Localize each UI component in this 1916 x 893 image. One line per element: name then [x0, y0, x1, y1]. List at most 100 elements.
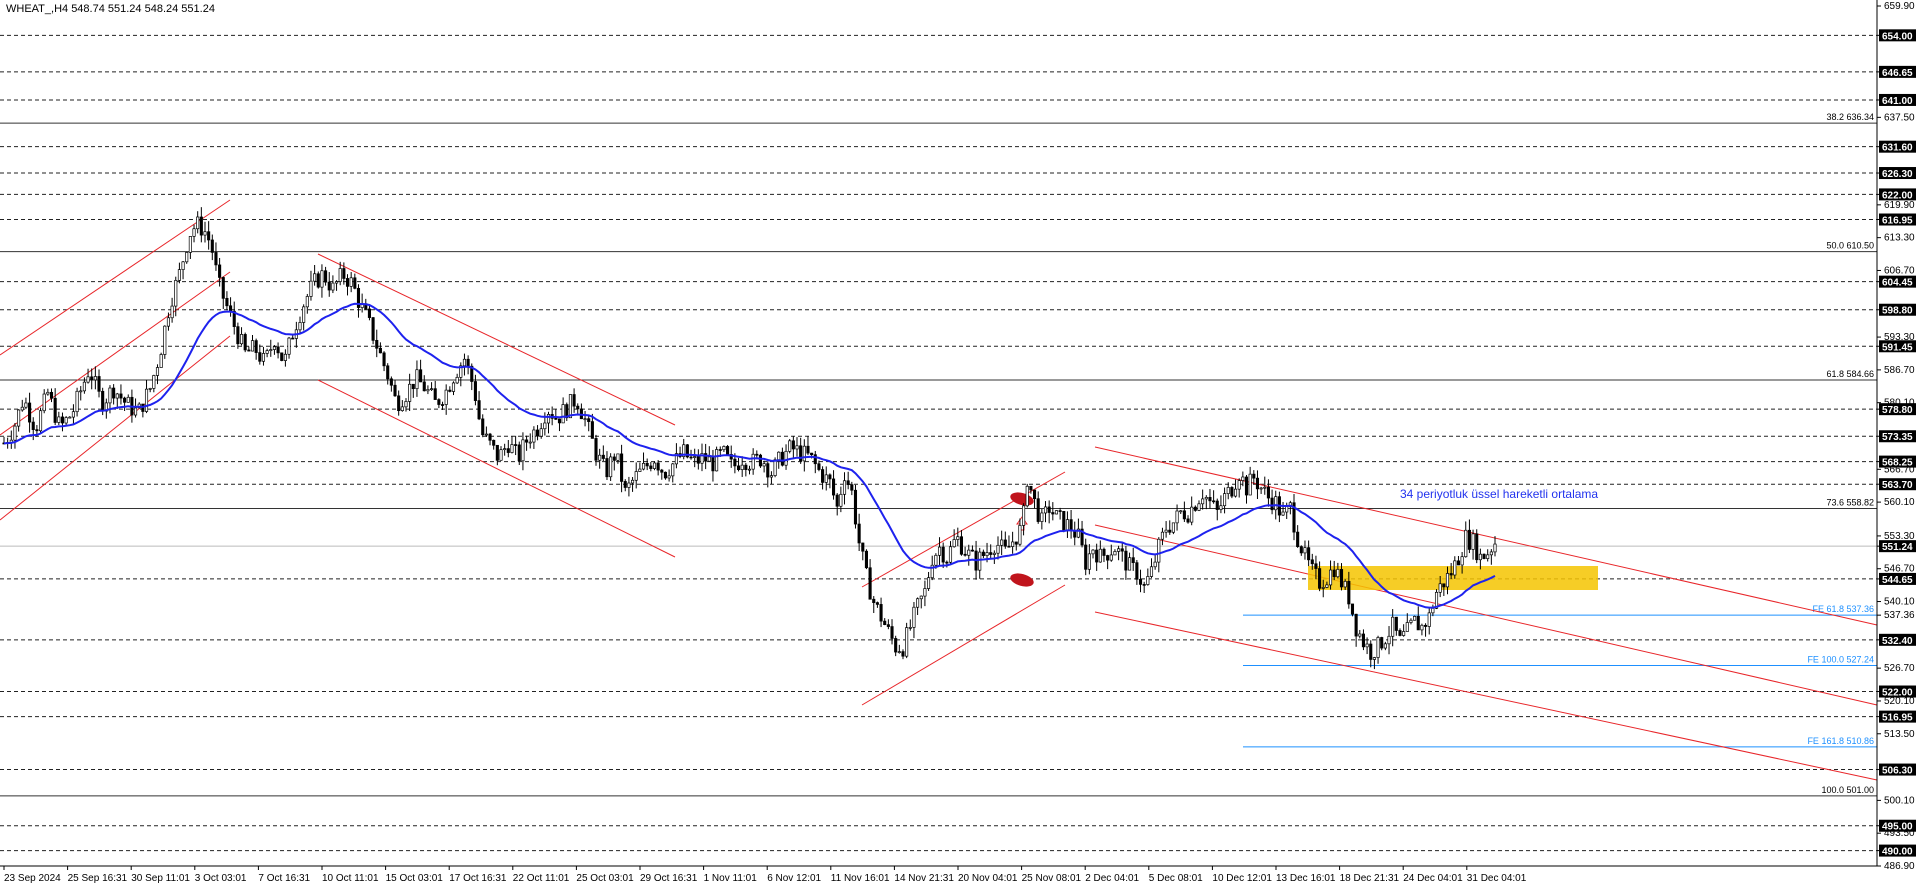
candle-body [813, 454, 817, 465]
candle-body [38, 410, 43, 432]
candle-body [769, 475, 773, 478]
fib-label: 100.0 501.00 [1821, 785, 1874, 795]
candle-body [320, 270, 324, 288]
candle-body [367, 308, 371, 318]
candle-body [1186, 518, 1190, 523]
candle-body [751, 453, 755, 470]
candle-body [773, 459, 777, 476]
candle-body [134, 407, 138, 416]
x-tick-label: 1 Nov 11:01 [704, 873, 758, 884]
candle-body [1398, 630, 1402, 636]
candle-body [517, 444, 521, 462]
candle-body [1464, 529, 1468, 558]
candle-body [1369, 643, 1373, 660]
candle-body [419, 369, 423, 383]
fib-label: 73.6 558.82 [1826, 497, 1874, 507]
candle-body [1087, 553, 1091, 570]
y-tick-label: 613.30 [1884, 233, 1915, 244]
candle-body [883, 620, 887, 625]
candle-body [572, 394, 576, 407]
level-badge-label: 578.80 [1882, 405, 1913, 416]
candle-body [1190, 506, 1194, 523]
candle-body [335, 281, 339, 284]
candle-body [415, 369, 419, 390]
candle-body [583, 418, 587, 421]
candle-body [1420, 624, 1424, 631]
candle-body [1018, 525, 1022, 545]
candle-body [806, 445, 810, 454]
candle-body [1372, 657, 1376, 660]
candle-body [832, 478, 836, 496]
candle-body [243, 334, 247, 351]
candle-body [298, 322, 302, 331]
candle-body [126, 396, 130, 403]
candle-body [1409, 619, 1413, 623]
candle-body [174, 280, 178, 307]
candle-body [1402, 631, 1406, 636]
x-tick-label: 5 Dec 08:01 [1149, 873, 1203, 884]
candle-body [488, 433, 492, 441]
candle-body [689, 456, 693, 459]
candle-body [276, 346, 280, 354]
candle-body [53, 397, 57, 423]
fe-label: FE 100.0 527.24 [1807, 654, 1874, 664]
candle-body [1376, 637, 1380, 658]
candle-body [649, 465, 653, 469]
candle-body [948, 546, 953, 563]
candle-body [1486, 554, 1490, 559]
candle-body [181, 261, 185, 270]
candle-body [623, 481, 627, 488]
chart-svg: 38.2 636.34 50.0 610.50 61.8 584.66 73.6 55… [0, 0, 1916, 888]
candle-body [514, 444, 518, 446]
candle-body [1160, 531, 1164, 540]
candle-body [1263, 486, 1267, 489]
candle-body [956, 536, 960, 540]
candle-body [64, 417, 68, 424]
candle-body [693, 456, 697, 458]
candle-body [561, 404, 565, 424]
candle-body [506, 448, 510, 453]
candle-body [1350, 603, 1355, 615]
candle-body [46, 391, 50, 395]
candle-body [345, 278, 350, 287]
candle-body [1299, 546, 1303, 554]
candle-body [839, 493, 843, 507]
y-tick-label: 586.70 [1884, 365, 1915, 376]
candle-body [1431, 608, 1435, 614]
candle-body [1054, 510, 1059, 515]
candle-body [261, 353, 266, 362]
candle-body [627, 482, 631, 488]
candle-body [791, 440, 795, 450]
candle-body [1138, 578, 1143, 585]
x-tick-label: 23 Sep 2024 [4, 873, 61, 884]
candle-body [817, 463, 821, 470]
level-badge-label: 631.60 [1882, 143, 1913, 154]
candle-body [455, 376, 459, 384]
candle-body [338, 268, 342, 282]
candle-body [152, 375, 156, 389]
candle-body [1329, 569, 1333, 586]
candle-body [466, 358, 470, 367]
candle-body [894, 638, 898, 653]
candle-body [1248, 473, 1252, 496]
candle-body [272, 346, 276, 350]
current-price-label: 551.24 [1882, 542, 1913, 553]
candle-body [411, 383, 415, 390]
candle-body [1212, 500, 1216, 503]
candle-body [1197, 503, 1201, 511]
candle-body [382, 352, 386, 367]
candle-body [590, 421, 594, 439]
candle-body [736, 465, 741, 470]
candle-body [594, 438, 598, 461]
price-chart[interactable]: 38.2 636.34 50.0 610.50 61.8 584.66 73.6 55… [0, 0, 1916, 888]
candle-body [1233, 488, 1238, 497]
candle-body [1091, 549, 1095, 555]
x-tick-label: 7 Oct 16:31 [258, 873, 310, 884]
candle-body [656, 462, 660, 471]
candle-body [908, 627, 912, 629]
candle-body [824, 474, 828, 483]
candle-body [711, 456, 715, 472]
candle-body [1204, 497, 1208, 500]
candle-body [660, 469, 664, 473]
candle-body [353, 277, 357, 289]
